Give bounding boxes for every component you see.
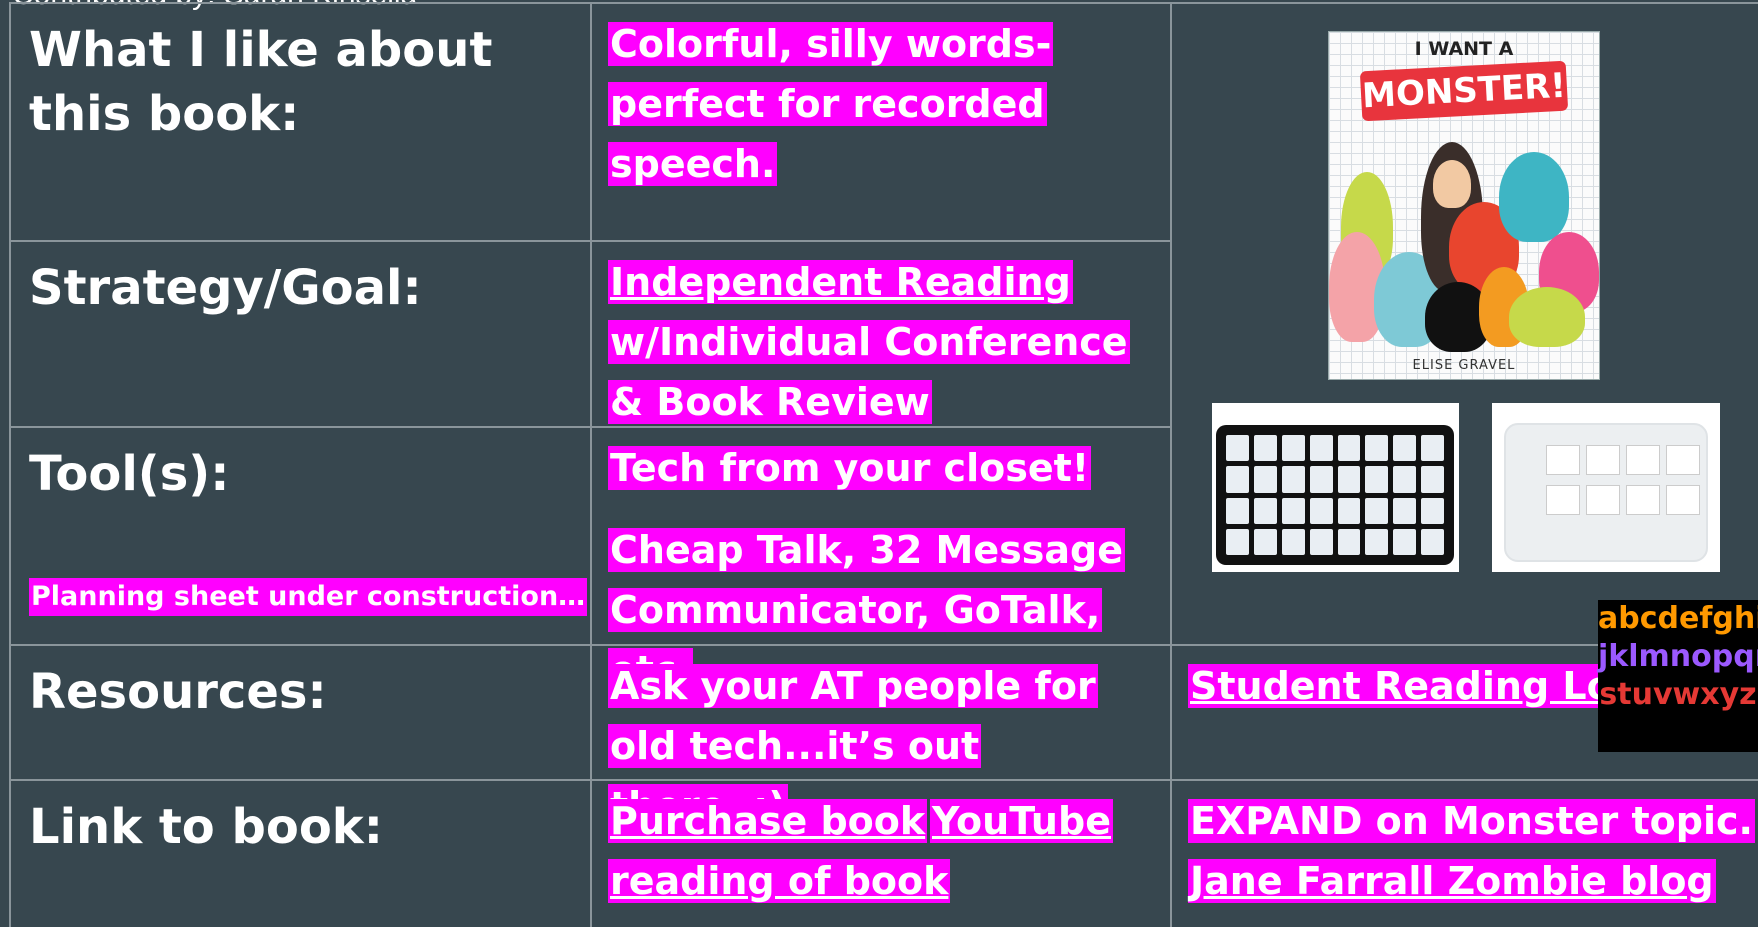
cover-author: ELISE GRAVEL bbox=[1412, 358, 1516, 373]
expand-text: EXPAND on Monster topic. bbox=[1188, 799, 1755, 843]
like-value-cell: Colorful, silly words- perfect for recor… bbox=[608, 18, 1118, 198]
communicator-cell bbox=[1309, 528, 1333, 555]
device-button bbox=[1666, 485, 1700, 515]
student-reading-log-link[interactable]: Student Reading Log bbox=[1188, 664, 1642, 708]
communicator-cell bbox=[1226, 435, 1249, 462]
communicator-cell bbox=[1365, 435, 1389, 462]
communicator-cell bbox=[1226, 497, 1249, 524]
communicator-cell bbox=[1337, 466, 1361, 493]
expand-cell: EXPAND on Monster topic. Jane Farrall Zo… bbox=[1188, 795, 1755, 915]
device-button bbox=[1586, 445, 1620, 475]
link-label: Link to book: bbox=[29, 799, 383, 855]
tools-label: Tool(s): bbox=[29, 446, 230, 502]
communicator-cell bbox=[1393, 435, 1417, 462]
communicator-grid bbox=[1216, 425, 1454, 565]
communicator-cell bbox=[1309, 497, 1333, 524]
cover-title: MONSTER! bbox=[1359, 60, 1569, 122]
cheap-talk-device-image bbox=[1492, 403, 1720, 572]
communicator-cell bbox=[1337, 528, 1361, 555]
communicator-cell bbox=[1309, 435, 1333, 462]
communicator-cell bbox=[1421, 466, 1444, 493]
communicator-cell bbox=[1365, 528, 1389, 555]
communicator-cell bbox=[1253, 435, 1277, 462]
strategy-value-cell: Independent Reading w/Individual Confere… bbox=[608, 256, 1130, 436]
strategy-label: Strategy/Goal: bbox=[29, 260, 422, 316]
device-button bbox=[1626, 485, 1660, 515]
tools-value1: Tech from your closet! bbox=[608, 446, 1092, 490]
youtube-reading-link[interactable]: YouTube reading of book bbox=[608, 799, 1113, 903]
row-divider bbox=[10, 2, 1758, 4]
communicator-cell bbox=[1393, 528, 1417, 555]
alphabet-line-2: jklmnopqr bbox=[1598, 639, 1758, 674]
alphabet-line-3: stuvwxyz bbox=[1599, 677, 1757, 712]
communicator-cell bbox=[1337, 497, 1361, 524]
communicator-cell bbox=[1253, 466, 1277, 493]
communicator-cell bbox=[1421, 435, 1444, 462]
planning-sheet-note: Planning sheet under construction… bbox=[29, 578, 588, 616]
communicator-cell bbox=[1337, 435, 1361, 462]
communicator-cell bbox=[1309, 466, 1333, 493]
communicator-cell bbox=[1253, 528, 1277, 555]
book-cover-image: I WANT A MONSTER! ELISE GRAVEL bbox=[1328, 31, 1600, 380]
communicator-cell bbox=[1393, 466, 1417, 493]
reading-log-cell: Student Reading Log bbox=[1188, 660, 1642, 720]
device-button bbox=[1586, 485, 1620, 515]
youtube-link-cell: YouTube reading of book bbox=[608, 795, 1118, 915]
communicator-cell bbox=[1281, 497, 1305, 524]
communicator-cell bbox=[1281, 435, 1305, 462]
independent-reading-link[interactable]: Independent Reading bbox=[608, 260, 1073, 304]
resources-label: Resources: bbox=[29, 664, 327, 720]
device-button bbox=[1546, 445, 1580, 475]
communicator-cell bbox=[1226, 528, 1249, 555]
monster-illustration bbox=[1499, 152, 1569, 242]
device-tray bbox=[1504, 423, 1708, 562]
monster-illustration bbox=[1433, 160, 1471, 208]
col-divider bbox=[590, 2, 592, 927]
communicator-cell bbox=[1365, 466, 1389, 493]
col-divider bbox=[9, 2, 11, 927]
communicator-cell bbox=[1421, 528, 1444, 555]
alphabet-line-1: abcdefghi bbox=[1598, 601, 1758, 636]
zombie-blog-link[interactable]: Jane Farrall Zombie blog bbox=[1188, 859, 1716, 903]
communicator-cell bbox=[1281, 466, 1305, 493]
tools-value1-cell: Tech from your closet! bbox=[608, 442, 1092, 502]
device-button bbox=[1666, 445, 1700, 475]
cover-top-text: I WANT A bbox=[1414, 38, 1514, 60]
device-button bbox=[1626, 445, 1660, 475]
communicator-device-image bbox=[1212, 403, 1459, 572]
col-divider bbox=[1170, 2, 1172, 927]
like-label: What I like about this book: bbox=[29, 22, 493, 142]
communicator-cell bbox=[1421, 497, 1444, 524]
communicator-cell bbox=[1253, 497, 1277, 524]
like-value: Colorful, silly words- perfect for recor… bbox=[608, 22, 1054, 186]
alphabet-image: abcdefghi jklmnopqr stuvwxyz bbox=[1598, 600, 1758, 752]
monster-illustration bbox=[1509, 287, 1585, 347]
device-button bbox=[1546, 485, 1580, 515]
communicator-cell bbox=[1365, 497, 1389, 524]
communicator-cell bbox=[1226, 466, 1249, 493]
strategy-rest: w/Individual Conference & Book Review bbox=[608, 320, 1130, 424]
communicator-cell bbox=[1393, 497, 1417, 524]
communicator-cell bbox=[1281, 528, 1305, 555]
